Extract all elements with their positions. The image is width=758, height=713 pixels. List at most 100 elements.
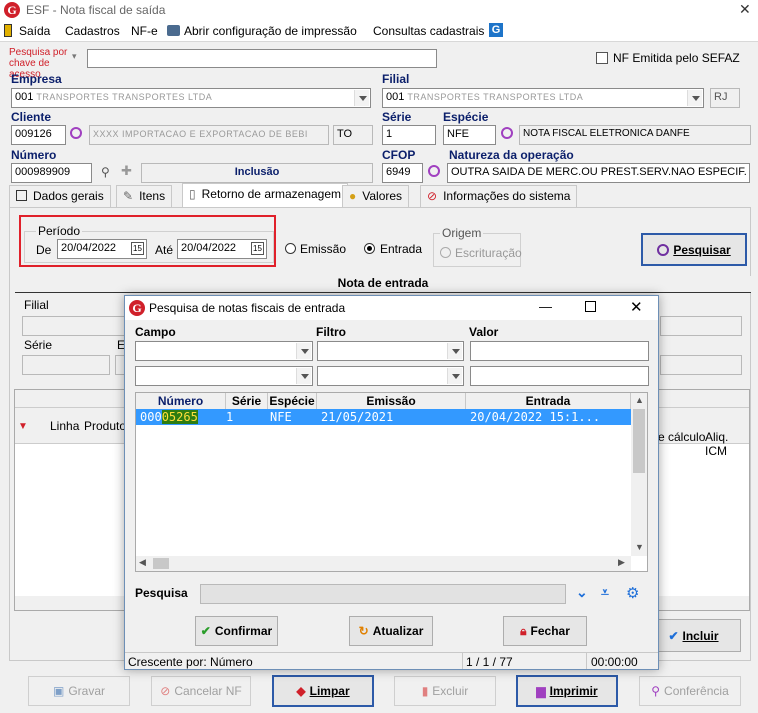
ate-date-input[interactable]: 20/04/2022 15 [177, 239, 267, 259]
row-entrada: 20/04/2022 15:1... [470, 410, 601, 424]
natureza-field: OUTRA SAIDA DE MERC.OU PREST.SERV.NAO ES… [447, 163, 750, 183]
scroll-right-icon[interactable]: ▶ [618, 557, 625, 568]
tab-retorno-armazenagem[interactable]: ▯ Retorno de armazenagem [182, 183, 349, 208]
menu-saida[interactable]: Saída [19, 24, 50, 38]
g-app-icon[interactable]: G [489, 23, 503, 37]
status-field: Inclusão [141, 163, 373, 183]
close-icon[interactable]: ✕ [630, 298, 643, 316]
col-serie[interactable]: Série [226, 393, 268, 409]
vertical-scrollbar[interactable]: ▲ ▼ [631, 393, 647, 556]
nota-filial-field [22, 316, 127, 336]
maximize-icon[interactable] [585, 301, 596, 312]
col-emissao[interactable]: Emissão [317, 393, 466, 409]
excluir-button[interactable]: ▮ Excluir [394, 676, 496, 706]
gear-icon[interactable]: ⚙ [626, 584, 639, 602]
serie-input[interactable]: 1 [382, 125, 436, 145]
menu-bar: Saída Cadastros NF-e Abrir configuração … [0, 20, 758, 42]
emissao-radio[interactable] [285, 243, 296, 254]
plus-icon[interactable]: ✚ [121, 163, 132, 179]
confirmar-button[interactable]: ✔ Confirmar [195, 616, 278, 646]
col-aliq: Aliq. ICM [705, 430, 729, 458]
chevron-down-icon [687, 90, 702, 106]
status-order: Crescente por: Número [128, 655, 253, 669]
binoculars-icon[interactable]: ⚲ [101, 165, 110, 179]
document-icon: ▯ [189, 187, 196, 201]
tab-dados-gerais[interactable]: Dados gerais [9, 185, 111, 207]
cliente-code[interactable]: 009126 [11, 125, 66, 145]
scroll-left-icon[interactable]: ◀ [139, 557, 146, 568]
chevron-down-icon [354, 90, 369, 106]
filtro-select-2[interactable] [317, 366, 464, 386]
row-serie: 1 [226, 410, 234, 424]
campo-select-2[interactable] [135, 366, 313, 386]
conferencia-button[interactable]: ⚲ Conferência [639, 676, 741, 706]
scroll-up-icon[interactable]: ▲ [635, 395, 644, 405]
atualizar-button[interactable]: ↻ Atualizar [349, 616, 433, 646]
tab-informacoes-sistema[interactable]: ⊘ Informações do sistema [420, 185, 578, 207]
search-icon[interactable] [70, 127, 82, 139]
numero-label: Número [11, 148, 57, 162]
scroll-down-icon[interactable]: ▼ [635, 542, 644, 552]
chevron-double-down-bar-icon[interactable]: ⩡ [601, 584, 609, 601]
search-key-input[interactable] [87, 49, 437, 68]
minimize-icon[interactable]: — [539, 299, 552, 314]
menu-abrir-config[interactable]: Abrir configuração de impressão [184, 24, 357, 38]
tab-itens[interactable]: ✎ Itens [116, 185, 173, 207]
incluir-button[interactable]: ✔ Incluir [646, 619, 741, 652]
scroll-thumb[interactable] [633, 409, 645, 473]
col-numero[interactable]: Número [136, 393, 226, 409]
escrituracao-radio[interactable] [440, 247, 451, 258]
nf-sefaz-checkbox[interactable] [596, 52, 608, 64]
empresa-select[interactable]: 001 TRANSPORTES TRANSPORTES LTDA [11, 88, 371, 108]
cancelar-nf-button[interactable]: ⊘ Cancelar NF [151, 676, 251, 706]
especie-label: Espécie [443, 110, 489, 124]
nota-filial-label: Filial [24, 298, 49, 312]
info-icon: ⊘ [427, 189, 438, 203]
calendar-icon[interactable]: 15 [251, 242, 264, 255]
dialog-title: Pesquisa de notas fiscais de entrada [149, 301, 346, 315]
pesquisa-input[interactable] [200, 584, 566, 604]
hscroll-thumb[interactable] [153, 558, 169, 569]
fechar-button[interactable]: 🔒︎ Fechar [503, 616, 587, 646]
especie-code[interactable]: NFE [443, 125, 496, 145]
gravar-button[interactable]: ▣ Gravar [28, 676, 130, 706]
tab-valores[interactable]: ● Valores [342, 185, 410, 207]
campo-select-1[interactable] [135, 341, 313, 361]
chevron-double-down-icon[interactable]: ⌄ [576, 584, 588, 601]
de-date-input[interactable]: 20/04/2022 15 [57, 239, 147, 259]
menu-nfe[interactable]: NF-e [131, 24, 158, 38]
cfop-input[interactable]: 6949 [382, 163, 423, 183]
table-row[interactable]: 00005265 1 NFE 21/05/2021 20/04/2022 15:… [136, 409, 631, 425]
cliente-name: XXXX IMPORTACAO E EXPORTACAO DE BEBI [89, 125, 329, 145]
entrada-radio[interactable] [364, 243, 375, 254]
limpar-button[interactable]: ◆ Limpar [272, 675, 374, 707]
filtro-select-1[interactable] [317, 341, 464, 361]
horizontal-scrollbar[interactable]: ◀ ▶ [136, 556, 631, 571]
search-icon[interactable] [501, 127, 513, 139]
especie-desc: NOTA FISCAL ELETRONICA DANFE [519, 125, 751, 145]
app-logo-icon: G [4, 2, 20, 18]
calendar-icon[interactable]: 15 [131, 242, 144, 255]
pesquisar-button[interactable]: Pesquisar [641, 233, 747, 266]
col-especie[interactable]: Espécie [268, 393, 317, 409]
col-entrada[interactable]: Entrada [466, 393, 631, 409]
imprimir-button[interactable]: ▆ Imprimir [516, 675, 618, 707]
printer-icon: ▆ [536, 684, 546, 698]
valor-input-2[interactable] [470, 366, 649, 386]
search-icon: ⚲ [651, 684, 661, 698]
close-icon[interactable]: ✕ [739, 1, 751, 18]
numero-input[interactable]: 000989909 [11, 163, 92, 183]
search-icon[interactable] [428, 165, 440, 177]
menu-cadastros[interactable]: Cadastros [65, 24, 120, 38]
valor-input-1[interactable] [470, 341, 649, 361]
filtro-label: Filtro [316, 325, 346, 339]
filial-select[interactable]: 001 TRANSPORTES TRANSPORTES LTDA [382, 88, 704, 108]
menu-consultas[interactable]: Consultas cadastrais [373, 24, 484, 38]
check-icon: ✔ [200, 624, 211, 638]
pin-icon: ▾ [72, 51, 77, 61]
row-numero: 00005265 [140, 410, 198, 424]
serie-label: Série [382, 110, 412, 124]
cliente-label: Cliente [11, 110, 52, 124]
status-position: 1 / 1 / 77 [466, 655, 513, 669]
filial-name: TRANSPORTES TRANSPORTES LTDA [407, 92, 584, 102]
